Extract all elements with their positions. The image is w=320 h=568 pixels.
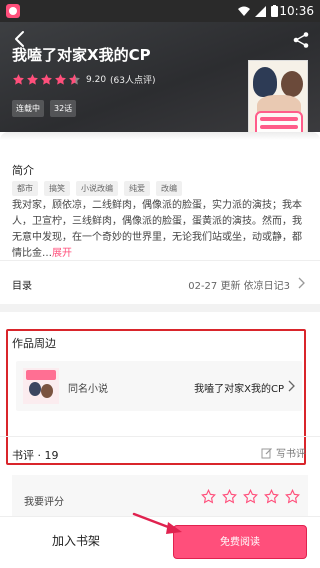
review-count-label: 书评 · 19 [12, 449, 59, 462]
section-separator [0, 304, 320, 312]
around-heading: 作品周边 [12, 337, 56, 350]
rating-stars-input [201, 489, 300, 504]
intro-text: 我对家，顾依凉，二线鲜肉，偶像派的脸蛋，实力派的演技；我本人，卫宣柠，三线鲜肉，… [12, 198, 308, 262]
status-tag: 连载中 [12, 100, 44, 117]
my-rating-label: 我要评分 [24, 497, 64, 508]
genre-tag[interactable]: 改编 [156, 181, 182, 196]
genre-tag[interactable]: 搞笑 [44, 181, 70, 196]
book-title: 我嗑了对家X我的CP [12, 46, 151, 64]
battery-icon [271, 5, 278, 17]
star-icon [55, 74, 66, 85]
wifi-icon [238, 6, 250, 16]
share-icon[interactable] [292, 31, 310, 49]
book-header: 我嗑了对家X我的CP 9.20 (63人点评) 连载中 32话 [0, 22, 320, 146]
half-star-icon [69, 74, 80, 85]
genre-tag[interactable]: 都市 [12, 181, 38, 196]
novel-label: 同名小说 [68, 384, 108, 395]
status-tags: 连载中 32话 [12, 100, 77, 117]
rating-count: (63人点评) [110, 76, 156, 86]
divider [0, 436, 320, 437]
genre-tag[interactable]: 小说改编 [76, 181, 118, 196]
annotation-arrow-icon [132, 512, 182, 534]
chevron-right-icon [288, 380, 295, 392]
intro-heading: 简介 [12, 164, 34, 177]
status-icons [238, 5, 278, 17]
genre-tags: 都市 搞笑 小说改编 纯爱 改编 [12, 181, 182, 196]
catalog-label[interactable]: 目录 [12, 277, 32, 292]
empty-star-icon[interactable] [285, 489, 300, 504]
write-review-label: 写书评 [276, 449, 306, 460]
free-read-button[interactable]: 免费阅读 [173, 525, 307, 559]
star-icon [27, 74, 38, 85]
chevron-right-icon[interactable] [296, 277, 306, 289]
same-name-novel-card[interactable]: 同名小说 我嗑了对家X我的CP [16, 361, 302, 411]
latest-update-info[interactable]: 02-27 更新 依凉日记3 [188, 277, 290, 292]
empty-star-icon[interactable] [243, 489, 258, 504]
empty-star-icon[interactable] [222, 489, 237, 504]
edit-icon [261, 447, 272, 458]
rating-score: 9.20 [86, 74, 107, 85]
star-icon [41, 74, 52, 85]
app-notification-icon [6, 4, 20, 18]
status-time: 10:36 [279, 4, 314, 18]
signal-icon [255, 5, 266, 17]
empty-star-icon[interactable] [264, 489, 279, 504]
genre-tag[interactable]: 纯爱 [124, 181, 150, 196]
star-icon [13, 74, 24, 85]
write-review-button[interactable]: 写书评 [261, 445, 306, 460]
divider [0, 260, 320, 261]
status-bar: 10:36 [0, 0, 320, 22]
empty-star-icon[interactable] [201, 489, 216, 504]
episode-count-tag: 32话 [50, 100, 77, 117]
expand-link[interactable]: 展开 [52, 248, 72, 259]
book-detail-content: 简介 都市 搞笑 小说改编 纯爱 改编 我对家，顾依凉，二线鲜肉，偶像派的脸蛋，… [0, 132, 320, 568]
add-to-shelf-button[interactable]: 加入书架 [52, 532, 100, 549]
book-rating: 9.20 (63人点评) [12, 73, 156, 86]
novel-name: 我嗑了对家X我的CP [194, 384, 284, 395]
novel-thumbnail [23, 368, 59, 404]
